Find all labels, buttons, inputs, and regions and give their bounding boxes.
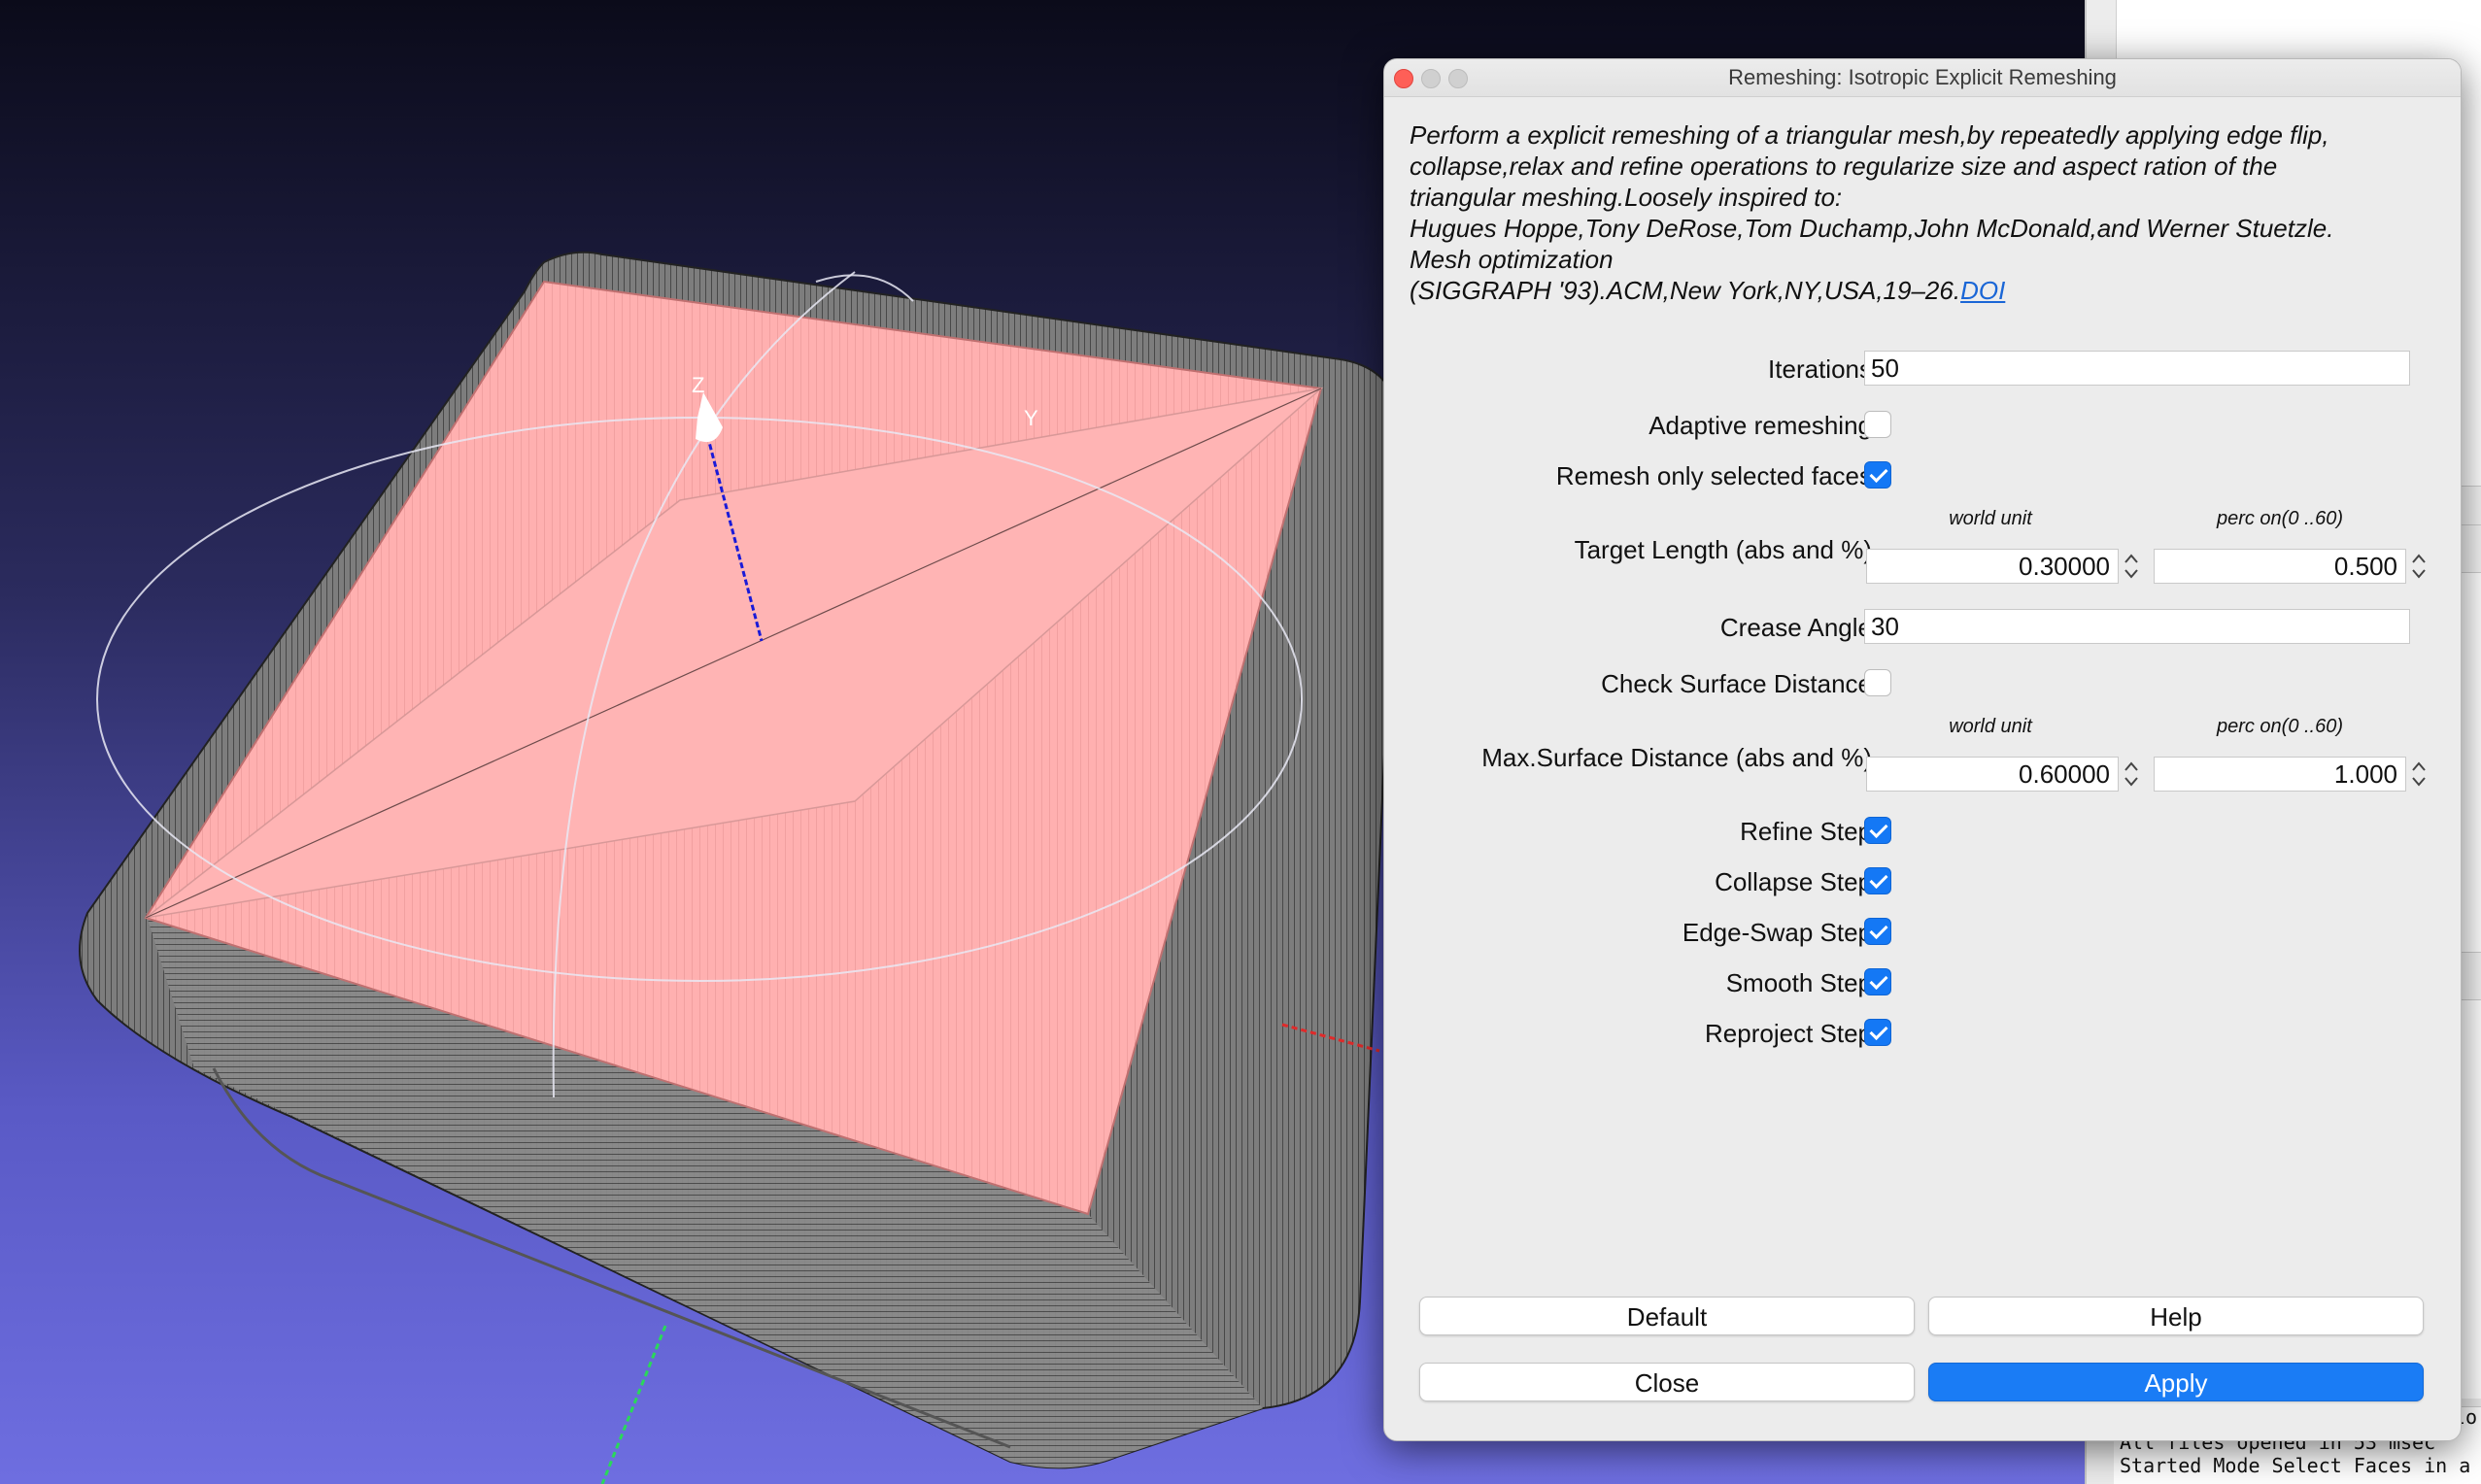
collapse-step-checkbox[interactable] [1864, 867, 1891, 894]
remeshing-dialog: Remeshing: Isotropic Explicit Remeshing … [1383, 58, 2462, 1441]
check-surface-distance-checkbox[interactable] [1864, 669, 1891, 696]
refine-step-label: Refine Step [1740, 817, 1872, 846]
max-distance-perc-input[interactable]: 1.000 [2154, 757, 2406, 792]
description-line: Perform a explicit remeshing of a triang… [1410, 120, 2329, 150]
description-line: Mesh optimization [1410, 245, 1614, 274]
adaptive-remeshing-label: Adaptive remeshing [1648, 411, 1872, 440]
max-distance-abs-stepper[interactable] [2121, 756, 2142, 793]
description-line: triangular meshing.Loosely inspired to: [1410, 183, 1843, 212]
close-window-icon[interactable] [1394, 69, 1413, 88]
iterations-input[interactable]: 50 [1864, 351, 2410, 386]
minimize-window-icon[interactable] [1421, 69, 1441, 88]
crease-angle-input[interactable]: 30 [1864, 609, 2410, 644]
check-surface-distance-label: Check Surface Distance [1601, 669, 1872, 698]
reproject-step-checkbox[interactable] [1864, 1019, 1891, 1046]
adaptive-remeshing-checkbox[interactable] [1864, 411, 1891, 438]
dialog-titlebar[interactable]: Remeshing: Isotropic Explicit Remeshing [1384, 59, 2461, 97]
remesh-selected-label: Remesh only selected faces [1555, 461, 1872, 490]
description-line: Hugues Hoppe,Tony DeRose,Tom Duchamp,Joh… [1410, 214, 2334, 243]
target-length-abs-stepper[interactable] [2121, 548, 2142, 585]
smooth-step-label: Smooth Step [1725, 968, 1872, 997]
dialog-title: Remeshing: Isotropic Explicit Remeshing [1728, 65, 2117, 89]
max-distance-unit-label: world unit [1949, 716, 2032, 737]
iterations-label: Iterations [1768, 354, 1872, 384]
doi-link[interactable]: DOI [1960, 276, 2005, 305]
crease-angle-label: Crease Angle [1719, 613, 1872, 642]
edge-swap-step-label: Edge-Swap Step [1682, 918, 1872, 947]
target-length-perc-label: perc on(0 ..60) [2216, 508, 2344, 529]
refine-step-checkbox[interactable] [1864, 817, 1891, 844]
edge-swap-step-checkbox[interactable] [1864, 918, 1891, 945]
target-length-perc-input[interactable]: 0.500 [2154, 549, 2406, 584]
max-distance-perc-stepper[interactable] [2408, 756, 2430, 793]
collapse-step-label: Collapse Step [1715, 867, 1872, 896]
max-distance-abs-input[interactable]: 0.60000 [1866, 757, 2119, 792]
log-line: Started Mode Select Faces in a [2120, 1454, 2471, 1477]
remesh-selected-checkbox[interactable] [1864, 461, 1891, 489]
target-length-label: Target Length (abs and %) [1574, 535, 1872, 564]
target-length-unit-label: world unit [1949, 508, 2032, 529]
apply-button[interactable]: Apply [1928, 1363, 2424, 1401]
target-length-abs-input[interactable]: 0.30000 [1866, 549, 2119, 584]
description-line: collapse,relax and refine operations to … [1410, 152, 2278, 181]
filter-description: Perform a explicit remeshing of a triang… [1410, 119, 2439, 306]
max-distance-label: Max.Surface Distance (abs and %) [1481, 743, 1872, 772]
default-button[interactable]: Default [1419, 1297, 1915, 1335]
description-line: (SIGGRAPH '93).ACM,New York,NY,USA,19–26… [1410, 276, 1961, 305]
help-button[interactable]: Help [1928, 1297, 2424, 1335]
z-axis-label: Z [692, 373, 704, 397]
reproject-step-label: Reproject Step [1705, 1019, 1872, 1048]
maximize-window-icon[interactable] [1448, 69, 1468, 88]
max-distance-perc-label: perc on(0 ..60) [2216, 716, 2344, 737]
target-length-perc-stepper[interactable] [2408, 548, 2430, 585]
smooth-step-checkbox[interactable] [1864, 968, 1891, 995]
close-button[interactable]: Close [1419, 1363, 1915, 1401]
y-axis-label: Y [1024, 406, 1038, 430]
